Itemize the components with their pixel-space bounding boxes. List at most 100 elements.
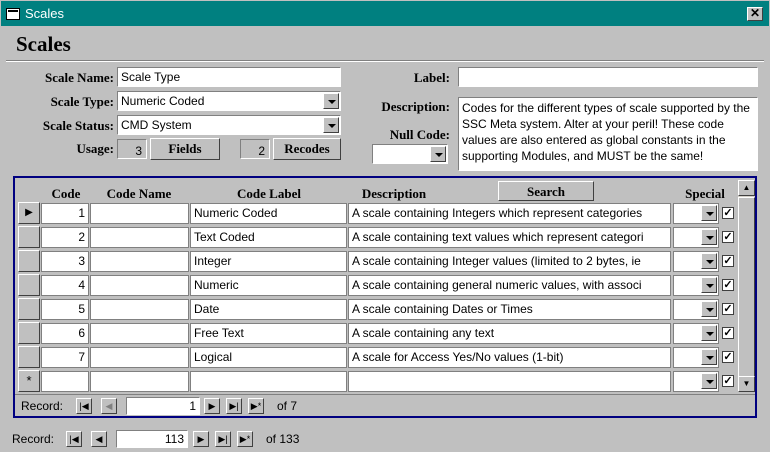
new-record-icon[interactable]: ▶* (248, 398, 264, 414)
last-record-icon[interactable]: ▶| (215, 431, 231, 447)
scroll-thumb[interactable] (738, 197, 755, 377)
description-cell[interactable]: A scale containing Integers which repres… (348, 203, 671, 224)
title-bar: Scales ✕ (0, 0, 770, 27)
prev-record-icon[interactable]: ◀ (101, 398, 117, 414)
row-checkbox[interactable]: ✓ (722, 279, 734, 291)
special-select[interactable] (673, 323, 719, 344)
code-cell[interactable]: 7 (41, 347, 89, 368)
search-button[interactable]: Search (498, 181, 594, 201)
row-checkbox[interactable]: ✓ (722, 255, 734, 267)
row-selector[interactable] (18, 274, 40, 296)
row-selector[interactable]: * (18, 370, 40, 392)
vertical-scrollbar[interactable]: ▲ ▼ (738, 180, 755, 392)
description-textarea[interactable]: Codes for the different types of scale s… (458, 97, 758, 171)
code-name-cell[interactable] (90, 227, 189, 248)
next-record-icon[interactable]: ▶ (193, 431, 209, 447)
row-selector[interactable]: ▶ (18, 202, 40, 224)
row-checkbox[interactable]: ✓ (722, 351, 734, 363)
special-select[interactable] (673, 347, 719, 368)
special-select[interactable] (673, 299, 719, 320)
description-label: Description: (381, 99, 450, 114)
code-label-cell[interactable]: Logical (190, 347, 347, 368)
chevron-down-icon[interactable] (701, 229, 717, 245)
code-label-cell[interactable]: Numeric Coded (190, 203, 347, 224)
subform-record-input[interactable]: 1 (126, 397, 200, 415)
code-name-cell[interactable] (90, 203, 189, 224)
description-cell[interactable]: A scale for Access Yes/No values (1-bit) (348, 347, 671, 368)
chevron-down-icon[interactable] (701, 325, 717, 341)
chevron-down-icon[interactable] (701, 277, 717, 293)
code-name-cell[interactable] (90, 251, 189, 272)
row-checkbox[interactable]: ✓ (722, 375, 734, 387)
label-input[interactable] (458, 67, 758, 87)
row-checkbox[interactable]: ✓ (722, 207, 734, 219)
code-cell[interactable]: 4 (41, 275, 89, 296)
close-button[interactable]: ✕ (747, 7, 763, 21)
main-record-input[interactable]: 113 (116, 430, 188, 448)
special-select[interactable] (673, 203, 719, 224)
prev-record-icon[interactable]: ◀ (91, 431, 107, 447)
code-cell[interactable]: 1 (41, 203, 89, 224)
chevron-down-icon[interactable] (701, 349, 717, 365)
code-label-cell[interactable]: Integer (190, 251, 347, 272)
description-cell[interactable] (348, 371, 671, 392)
scale-status-select[interactable]: CMD System (117, 115, 341, 135)
row-selector[interactable] (18, 322, 40, 344)
code-cell[interactable]: 6 (41, 323, 89, 344)
chevron-down-icon[interactable] (323, 117, 339, 133)
code-label-cell[interactable]: Free Text (190, 323, 347, 344)
code-label-cell[interactable]: Text Coded (190, 227, 347, 248)
description-cell[interactable]: A scale containing text values which rep… (348, 227, 671, 248)
code-name-cell[interactable] (90, 371, 189, 392)
fields-button[interactable]: Fields (150, 138, 220, 160)
code-name-cell[interactable] (90, 323, 189, 344)
description-cell[interactable]: A scale containing general numeric value… (348, 275, 671, 296)
row-selector[interactable] (18, 298, 40, 320)
chevron-down-icon[interactable] (430, 146, 446, 162)
scale-type-select[interactable]: Numeric Coded (117, 91, 341, 111)
col-header-code-name: Code Name (106, 186, 172, 201)
scroll-down-button[interactable]: ▼ (738, 376, 755, 392)
scroll-up-button[interactable]: ▲ (738, 180, 755, 196)
chevron-down-icon[interactable] (701, 205, 717, 221)
code-name-cell[interactable] (90, 347, 189, 368)
first-record-icon[interactable]: |◀ (76, 398, 92, 414)
code-cell[interactable]: 5 (41, 299, 89, 320)
special-select[interactable] (673, 371, 719, 392)
special-select[interactable] (673, 227, 719, 248)
row-checkbox[interactable]: ✓ (722, 231, 734, 243)
scale-name-input[interactable]: Scale Type (117, 67, 341, 87)
null-code-select[interactable] (372, 144, 448, 164)
row-selector[interactable] (18, 226, 40, 248)
subform-record-label: Record: (21, 399, 64, 413)
row-checkbox[interactable]: ✓ (722, 303, 734, 315)
usage-label: Usage: (76, 141, 114, 156)
chevron-down-icon[interactable] (323, 93, 339, 109)
form-icon[interactable] (6, 8, 20, 20)
code-cell[interactable] (41, 371, 89, 392)
last-record-icon[interactable]: ▶| (226, 398, 242, 414)
recodes-button[interactable]: Recodes (273, 138, 341, 160)
description-cell[interactable]: A scale containing Dates or Times (348, 299, 671, 320)
code-label-cell[interactable]: Numeric (190, 275, 347, 296)
row-selector[interactable] (18, 250, 40, 272)
first-record-icon[interactable]: |◀ (66, 431, 82, 447)
row-checkbox[interactable]: ✓ (722, 327, 734, 339)
code-name-cell[interactable] (90, 275, 189, 296)
special-select[interactable] (673, 275, 719, 296)
special-select[interactable] (673, 251, 719, 272)
next-record-icon[interactable]: ▶ (204, 398, 220, 414)
code-cell[interactable]: 2 (41, 227, 89, 248)
new-record-icon[interactable]: ▶* (237, 431, 253, 447)
chevron-down-icon[interactable] (701, 301, 717, 317)
code-name-cell[interactable] (90, 299, 189, 320)
code-cell[interactable]: 3 (41, 251, 89, 272)
chevron-down-icon[interactable] (701, 373, 717, 389)
row-selector[interactable] (18, 346, 40, 368)
description-cell[interactable]: A scale containing Integer values (limit… (348, 251, 671, 272)
chevron-down-icon[interactable] (701, 253, 717, 269)
code-label-cell[interactable]: Date (190, 299, 347, 320)
code-label-cell[interactable] (190, 371, 347, 392)
description-cell[interactable]: A scale containing any text (348, 323, 671, 344)
main-record-total: of 133 (266, 432, 300, 446)
